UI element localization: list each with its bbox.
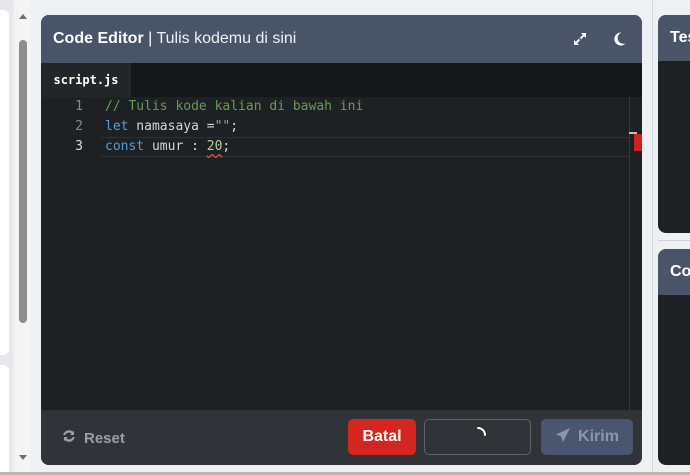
batal-button[interactable]: Batal <box>348 419 416 455</box>
tab-script-js[interactable]: script.js <box>41 63 131 97</box>
code-area[interactable]: 1 // Tulis kode kalian di bawah ini 2 let n… <box>41 97 642 410</box>
reset-label: Reset <box>84 429 125 447</box>
editor-title-separator: | <box>143 30 157 47</box>
kirim-label: Kirim <box>578 428 619 445</box>
code-token: let <box>105 119 129 134</box>
code-token: const <box>105 139 145 154</box>
console-panel: Con <box>658 249 690 465</box>
moon-icon[interactable] <box>609 29 629 49</box>
code-line[interactable]: 1 // Tulis kode kalian di bawah ini <box>41 97 631 117</box>
scroll-down-arrow-icon[interactable] <box>19 455 27 460</box>
editor-title-subtitle: Tulis kodemu di sini <box>156 30 297 47</box>
code-line[interactable]: 2 let namasaya =""; <box>41 117 631 137</box>
scroll-up-arrow-icon[interactable] <box>19 14 27 19</box>
code-token: ; <box>222 139 231 154</box>
line-number: 3 <box>75 139 83 154</box>
code-text[interactable]: const umur : 20; <box>105 137 230 157</box>
spinner-icon <box>469 426 487 449</box>
code-text[interactable]: let namasaya =""; <box>105 117 238 137</box>
line-number: 1 <box>75 99 83 114</box>
refresh-icon <box>61 428 77 449</box>
code-token: ; <box>230 119 239 134</box>
panel-divider[interactable] <box>652 0 653 475</box>
page-scrollbar-thumb[interactable] <box>19 40 27 323</box>
test-panel-title: Test <box>658 15 690 61</box>
loading-button[interactable] <box>424 419 531 455</box>
code-text[interactable]: // Tulis kode kalian di bawah ini <box>105 97 363 117</box>
code-token: umur : <box>144 139 207 154</box>
code-token: "" <box>214 119 231 134</box>
editor-title: Code Editor | Tulis kodemu di sini <box>53 30 296 48</box>
left-card <box>0 365 9 475</box>
code-token: // Tulis kode kalian di bawah ini <box>105 99 364 114</box>
test-panel: Test <box>658 15 690 233</box>
error-marker <box>634 134 642 151</box>
send-icon <box>555 427 571 448</box>
panel-separator[interactable] <box>658 240 690 241</box>
kirim-button[interactable]: Kirim <box>541 419 633 455</box>
code-token: 20 <box>206 139 223 154</box>
editor-header: Code Editor | Tulis kodemu di sini <box>41 15 642 63</box>
editor-title-main: Code Editor <box>53 30 144 47</box>
left-card <box>0 10 9 355</box>
editor-footer: Reset Batal Kirim <box>41 410 642 465</box>
code-token: namasaya = <box>128 119 215 134</box>
code-editor-panel: Code Editor | Tulis kodemu di sini scrip… <box>41 15 642 465</box>
editor-tabbar: script.js <box>41 63 642 97</box>
code-line[interactable]: 3 const umur : 20; <box>41 137 631 157</box>
console-panel-title: Con <box>658 249 690 295</box>
expand-icon[interactable] <box>570 29 590 49</box>
line-number: 2 <box>75 119 83 134</box>
reset-button[interactable]: Reset <box>61 424 125 452</box>
